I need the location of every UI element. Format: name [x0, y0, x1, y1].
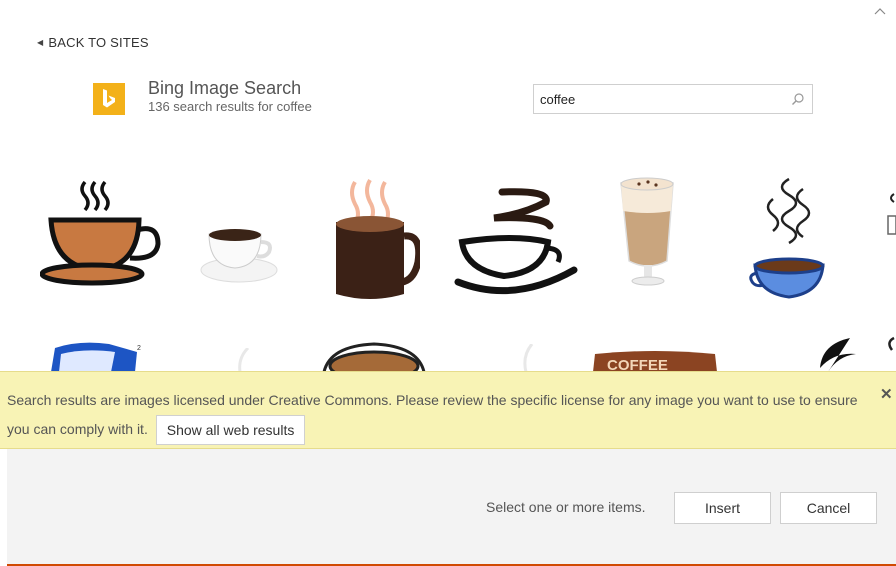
bing-logo-icon	[93, 83, 125, 115]
coffee-can-icon[interactable]: 2	[49, 338, 149, 372]
partial-result-icon[interactable]	[884, 190, 896, 240]
provider-title: Bing Image Search	[148, 78, 302, 98]
coffee-cup-brown-icon[interactable]	[320, 340, 432, 372]
back-to-sites-label: BACK TO SITES	[48, 35, 149, 50]
latte-glass-icon[interactable]	[615, 175, 681, 289]
stylized-swirl-cup-icon[interactable]	[454, 186, 580, 298]
selection-hint: Select one or more items.	[486, 499, 646, 515]
show-all-web-results-button[interactable]: Show all web results	[155, 415, 306, 446]
partial-result-2-icon[interactable]	[884, 336, 896, 372]
search-box	[533, 84, 813, 114]
blue-cup-steam-icon[interactable]	[749, 175, 831, 303]
magnifier-icon[interactable]	[784, 85, 812, 113]
results-count: 136 search results for coffee	[148, 99, 312, 114]
white-mug-icon[interactable]	[514, 344, 538, 372]
insert-button[interactable]: Insert	[674, 492, 771, 524]
triangle-left-icon: ◀	[37, 38, 44, 47]
dark-mug-icon[interactable]	[330, 178, 420, 304]
white-cup-icon[interactable]	[226, 348, 256, 372]
coffee-cup-orange-icon[interactable]	[40, 178, 164, 288]
search-input[interactable]	[534, 85, 784, 113]
provider-header: Bing Image Search 136 search results for…	[93, 78, 312, 115]
license-notice: Search results are images licensed under…	[0, 371, 896, 449]
black-bean-swirl-icon[interactable]	[814, 338, 858, 372]
svg-text:2: 2	[137, 345, 141, 352]
dialog-footer: Select one or more items. Insert Cancel	[7, 449, 896, 564]
license-notice-text: Search results are images licensed under…	[7, 392, 858, 437]
cancel-button[interactable]: Cancel	[780, 492, 877, 524]
svg-text:COFFEE: COFFEE	[607, 357, 668, 372]
back-to-sites-link[interactable]: ◀ BACK TO SITES	[37, 35, 149, 50]
chevron-up-icon[interactable]	[873, 6, 887, 16]
espresso-cup-icon[interactable]	[199, 222, 281, 286]
coffee-sign-icon[interactable]: COFFEE	[591, 350, 719, 372]
close-icon[interactable]: ✕	[880, 385, 893, 403]
